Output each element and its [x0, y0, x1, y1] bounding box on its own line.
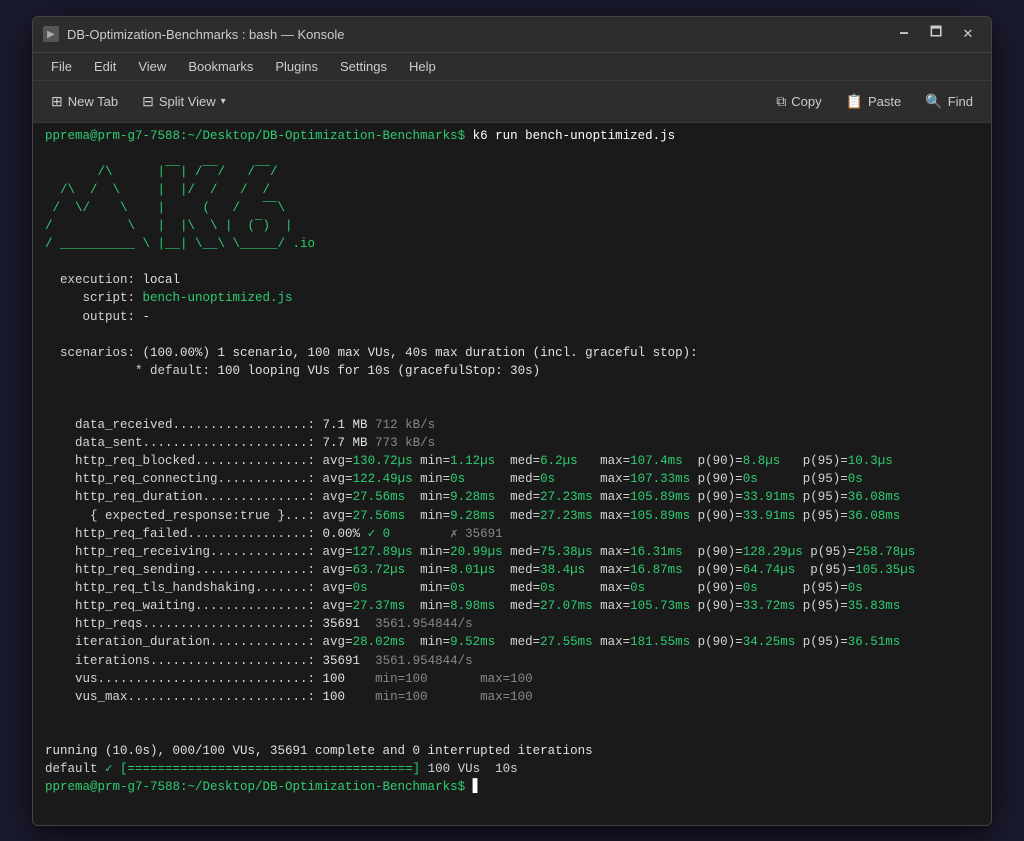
command-line: pprema@prm-g7-7588:~/Desktop/DB-Optimiza… [33, 127, 991, 145]
window-title: DB-Optimization-Benchmarks : bash — Kons… [67, 27, 344, 42]
search-icon: 🔍 [925, 93, 942, 110]
menu-file[interactable]: File [41, 56, 82, 77]
close-button[interactable]: ✕ [955, 24, 981, 44]
maximize-button[interactable]: 🗖 [923, 24, 949, 44]
final-prompt: pprema@prm-g7-7588:~/Desktop/DB-Optimiza… [45, 780, 465, 794]
default-progress: default ✓ [=============================… [33, 760, 991, 778]
split-view-label: Split View [159, 94, 216, 109]
menu-plugins[interactable]: Plugins [265, 56, 328, 77]
split-view-chevron: ▾ [221, 96, 226, 107]
blank-7 [33, 724, 991, 742]
metric-iteration-duration: iteration_duration.............: avg=28.… [33, 633, 991, 651]
metric-req-tls: http_req_tls_handshaking.......: avg=0s … [33, 579, 991, 597]
k6-logo-4: / \ | |\ \ | (‾) | [33, 217, 991, 235]
metric-vus-max: vus_max........................: 100 min… [33, 688, 991, 706]
konsole-window: ▶ DB-Optimization-Benchmarks : bash — Ko… [32, 16, 992, 826]
k6-logo-3: / \/ \ | ( / ‾‾\ [33, 199, 991, 217]
blank-5 [33, 398, 991, 416]
metric-expected-response: { expected_response:true }...: avg=27.56… [33, 507, 991, 525]
terminal-area[interactable]: pprema@prm-g7-7588:~/Desktop/DB-Optimiza… [33, 123, 991, 825]
new-tab-label: New Tab [68, 94, 118, 109]
cursor: ▋ [465, 780, 480, 794]
menu-help[interactable]: Help [399, 56, 446, 77]
k6-logo-2: /\ / \ | |/ / / / [33, 181, 991, 199]
menu-bookmarks[interactable]: Bookmarks [178, 56, 263, 77]
menu-settings[interactable]: Settings [330, 56, 397, 77]
metric-iterations: iterations.....................: 35691 3… [33, 652, 991, 670]
metric-req-sending: http_req_sending...............: avg=63.… [33, 561, 991, 579]
new-tab-icon: ⊞ [51, 93, 63, 110]
scenarios-line: scenarios: (100.00%) 1 scenario, 100 max… [33, 344, 991, 362]
blank-4 [33, 380, 991, 398]
copy-icon: ⧉ [776, 93, 786, 110]
find-label: Find [948, 94, 973, 109]
window-controls: 🗕 🗖 ✕ [891, 24, 981, 44]
new-tab-button[interactable]: ⊞ New Tab [41, 88, 128, 115]
minimize-button[interactable]: 🗕 [891, 24, 917, 44]
metric-vus: vus............................: 100 min… [33, 670, 991, 688]
metric-reqs: http_reqs......................: 35691 3… [33, 615, 991, 633]
title-bar: ▶ DB-Optimization-Benchmarks : bash — Ko… [33, 17, 991, 53]
paste-icon: 📋 [846, 93, 863, 110]
exec-info-1: execution: local [33, 271, 991, 289]
find-button[interactable]: 🔍 Find [915, 88, 983, 115]
split-view-button[interactable]: ⊟ Split View ▾ [132, 88, 236, 115]
blank-3 [33, 326, 991, 344]
split-view-icon: ⊟ [142, 93, 154, 110]
metric-data-received: data_received..................: 7.1 MB … [33, 416, 991, 434]
terminal-wrapper: pprema@prm-g7-7588:~/Desktop/DB-Optimiza… [33, 123, 991, 825]
metric-req-failed: http_req_failed................: 0.00% ✓… [33, 525, 991, 543]
title-bar-left: ▶ DB-Optimization-Benchmarks : bash — Ko… [43, 26, 344, 42]
k6-logo-5: / __________ \ |__| \__\ \_____/ .io [33, 235, 991, 253]
metric-data-sent: data_sent......................: 7.7 MB … [33, 434, 991, 452]
metric-req-blocked: http_req_blocked...............: avg=130… [33, 452, 991, 470]
copy-label: Copy [791, 94, 821, 109]
prompt: pprema@prm-g7-7588:~/Desktop/DB-Optimiza… [45, 129, 465, 143]
command: k6 run bench-unoptimized.js [465, 129, 675, 143]
menu-edit[interactable]: Edit [84, 56, 126, 77]
metric-req-duration: http_req_duration..............: avg=27.… [33, 488, 991, 506]
paste-label: Paste [868, 94, 901, 109]
metric-req-waiting: http_req_waiting...............: avg=27.… [33, 597, 991, 615]
blank-2 [33, 253, 991, 271]
app-icon: ▶ [43, 26, 59, 42]
metric-req-receiving: http_req_receiving.............: avg=127… [33, 543, 991, 561]
menu-view[interactable]: View [128, 56, 176, 77]
exec-info-3: output: - [33, 308, 991, 326]
running-line: running (10.0s), 000/100 VUs, 35691 comp… [33, 742, 991, 760]
copy-button[interactable]: ⧉ Copy [766, 88, 831, 115]
menu-bar: File Edit View Bookmarks Plugins Setting… [33, 53, 991, 81]
toolbar-right: ⧉ Copy 📋 Paste 🔍 Find [766, 88, 983, 115]
blank-1 [33, 145, 991, 163]
blank-6 [33, 706, 991, 724]
final-prompt-line: pprema@prm-g7-7588:~/Desktop/DB-Optimiza… [33, 778, 991, 796]
toolbar: ⊞ New Tab ⊟ Split View ▾ ⧉ Copy 📋 Paste … [33, 81, 991, 123]
k6-logo-1: /\ |‾‾| /‾‾/ /‾‾/ [33, 163, 991, 181]
default-scenario: * default: 100 looping VUs for 10s (grac… [33, 362, 991, 380]
paste-button[interactable]: 📋 Paste [836, 88, 912, 115]
exec-info-2: script: bench-unoptimized.js [33, 289, 991, 307]
metric-req-connecting: http_req_connecting............: avg=122… [33, 470, 991, 488]
